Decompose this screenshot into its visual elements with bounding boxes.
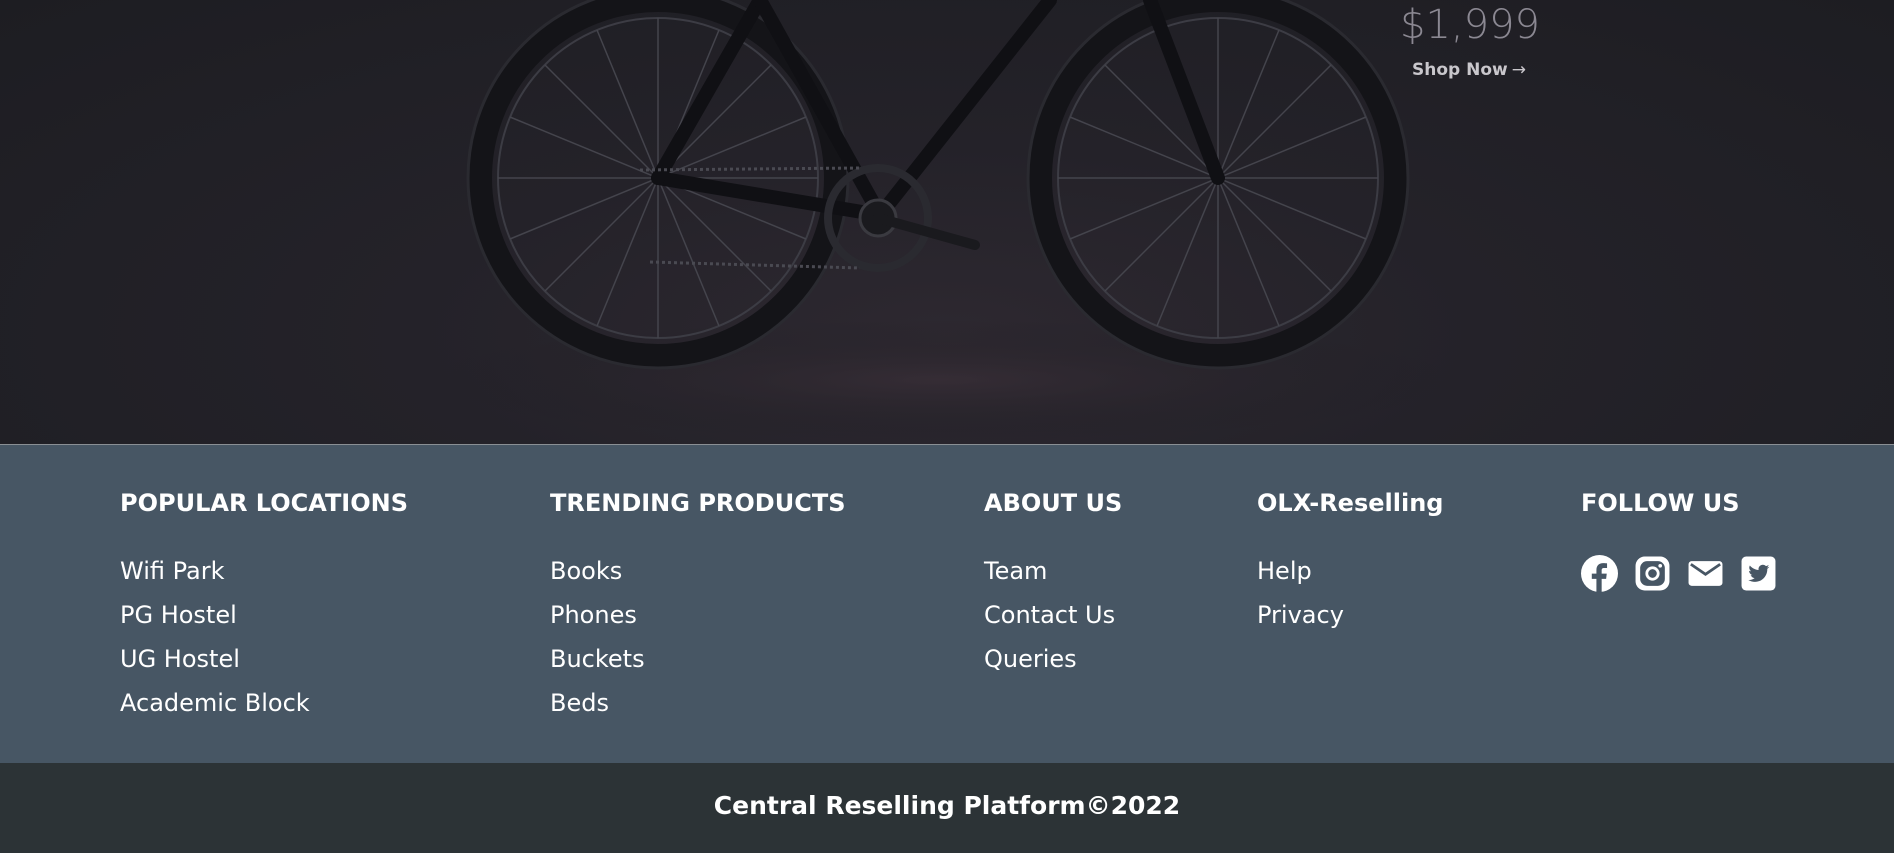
- hero-price: $1,999: [1400, 2, 1540, 48]
- footer-link-contact-us[interactable]: Contact Us: [984, 601, 1115, 645]
- footer-link-privacy[interactable]: Privacy: [1257, 601, 1344, 645]
- shop-now-label: Shop Now: [1412, 60, 1508, 80]
- footer-link-help[interactable]: Help: [1257, 557, 1344, 601]
- footer-link-phones[interactable]: Phones: [550, 601, 645, 645]
- footer-link-ug-hostel[interactable]: UG Hostel: [120, 645, 310, 689]
- copyright-bar: Central Reselling Platform©2022: [0, 763, 1894, 853]
- footer-heading-popular-locations: POPULAR LOCATIONS: [120, 489, 409, 517]
- footer-link-team[interactable]: Team: [984, 557, 1115, 601]
- footer-link-academic-block[interactable]: Academic Block: [120, 689, 310, 733]
- footer-heading-trending-products: TRENDING PRODUCTS: [550, 489, 846, 517]
- site-footer: POPULAR LOCATIONS Wifi Park PG Hostel UG…: [0, 445, 1894, 763]
- social-links: [1581, 555, 1777, 592]
- hero-banner: $1,999 Shop Now →: [0, 0, 1894, 445]
- arrow-right-icon: →: [1511, 60, 1526, 80]
- footer-heading-follow-us: FOLLOW US: [1581, 489, 1740, 517]
- footer-link-buckets[interactable]: Buckets: [550, 645, 645, 689]
- bicycle-image: [420, 0, 1460, 440]
- footer-link-pg-hostel[interactable]: PG Hostel: [120, 601, 310, 645]
- footer-link-books[interactable]: Books: [550, 557, 645, 601]
- footer-heading-about-us: ABOUT US: [984, 489, 1123, 517]
- footer-link-wifi-park[interactable]: Wifi Park: [120, 557, 310, 601]
- copyright-text: Central Reselling Platform©2022: [713, 791, 1181, 820]
- facebook-icon[interactable]: [1581, 555, 1618, 592]
- shop-now-link[interactable]: Shop Now →: [1398, 60, 1526, 80]
- twitter-icon[interactable]: [1740, 555, 1777, 592]
- footer-link-queries[interactable]: Queries: [984, 645, 1115, 689]
- mail-icon[interactable]: [1687, 555, 1724, 592]
- instagram-icon[interactable]: [1634, 555, 1671, 592]
- footer-heading-olx-reselling: OLX-Reselling: [1257, 489, 1444, 517]
- footer-link-beds[interactable]: Beds: [550, 689, 645, 733]
